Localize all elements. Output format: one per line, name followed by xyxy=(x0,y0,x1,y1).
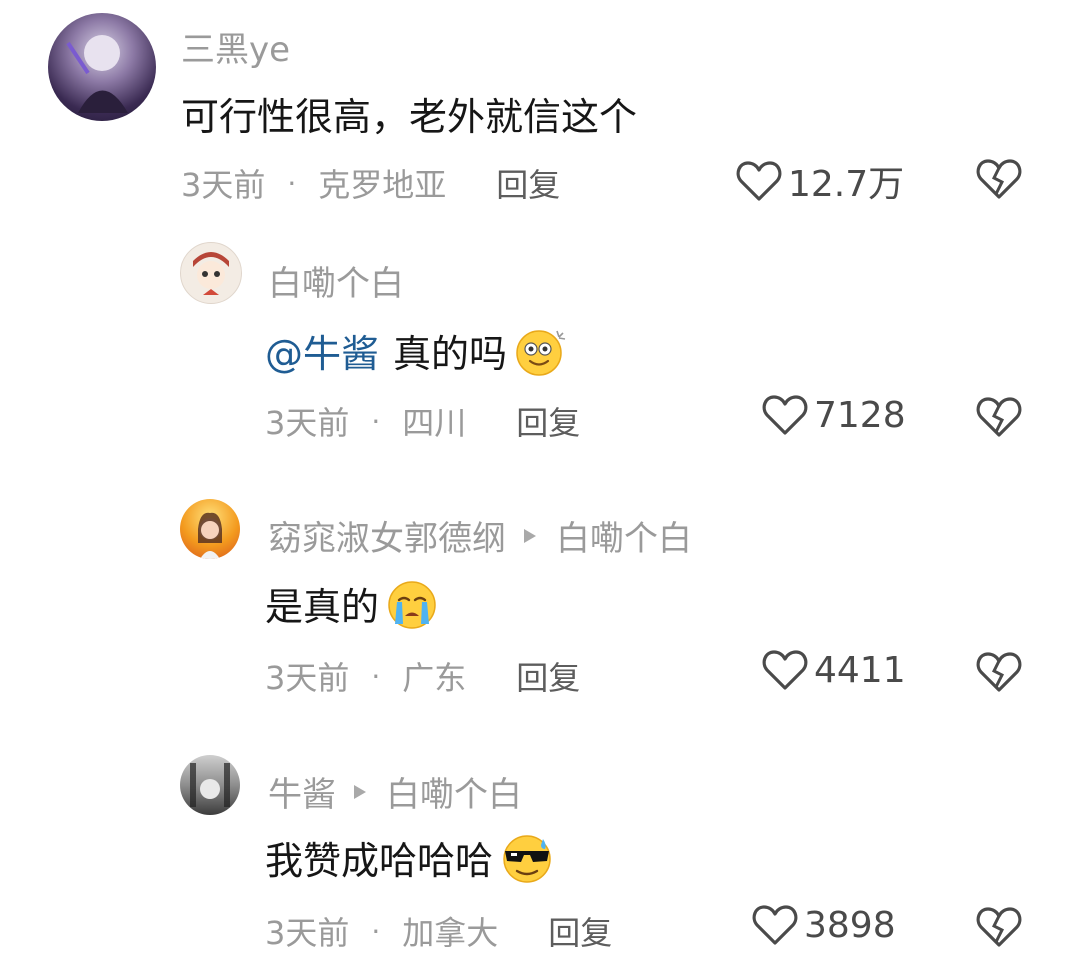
crying-emoji xyxy=(388,580,436,629)
comment-meta: 3天前 · 克罗地亚 回复 xyxy=(181,160,560,206)
comment-meta: 3天前 · 四川 回复 xyxy=(265,398,580,444)
triangle-right-icon xyxy=(354,784,366,799)
broken-heart-icon xyxy=(976,907,1022,947)
cool-sweat-emoji xyxy=(503,834,551,883)
dislike-button[interactable] xyxy=(976,158,1022,204)
separator-dot: · xyxy=(371,914,381,948)
comment-username[interactable]: 白嘞个白 xyxy=(268,256,404,305)
avatar[interactable] xyxy=(48,13,156,121)
timestamp: 3天前 xyxy=(265,659,350,697)
like-count: 7128 xyxy=(814,394,906,436)
dislike-button[interactable] xyxy=(976,906,1022,952)
heart-outline-icon xyxy=(752,905,798,945)
triangle-right-icon xyxy=(524,528,536,543)
dislike-button[interactable] xyxy=(976,396,1022,442)
reply-item: 窈窕淑女郭德纲 白嘞个白 是真的 3天前 · 广东 回复 4411 xyxy=(0,485,1080,740)
location: 四川 xyxy=(402,404,467,442)
reply-item: 白嘞个白 @牛酱 真的吗 3天前 · 四川 回复 7128 xyxy=(0,230,1080,485)
broken-heart-icon xyxy=(976,397,1022,437)
heart-outline-icon xyxy=(736,161,782,201)
broken-heart-icon xyxy=(976,652,1022,692)
like-count: 12.7万 xyxy=(788,164,905,205)
timestamp: 3天前 xyxy=(181,166,266,204)
reply-button[interactable]: 回复 xyxy=(516,398,580,444)
like-button[interactable]: 4411 xyxy=(762,649,906,691)
comment-username[interactable]: 三黑ye xyxy=(181,22,290,71)
comment-username: 牛酱 白嘞个白 xyxy=(268,767,522,816)
location: 克罗地亚 xyxy=(318,166,447,204)
mention-link[interactable]: @牛酱 xyxy=(265,323,379,378)
reply-target-username[interactable]: 白嘞个白 xyxy=(386,767,522,816)
comment-body: 我赞成哈哈哈 xyxy=(265,839,494,883)
timestamp: 3天前 xyxy=(265,404,350,442)
username-text[interactable]: 窈窕淑女郭德纲 xyxy=(268,511,506,560)
comment-username: 窈窕淑女郭德纲 白嘞个白 xyxy=(268,511,692,560)
comment-text: 我赞成哈哈哈 xyxy=(265,830,557,885)
reply-button[interactable]: 回复 xyxy=(516,653,580,699)
broken-heart-icon xyxy=(976,159,1022,199)
location: 广东 xyxy=(402,659,467,697)
dizzy-smile-emoji xyxy=(516,329,566,376)
reply-item: 牛酱 白嘞个白 我赞成哈哈哈 3天前 · 加拿大 回复 3898 xyxy=(0,740,1080,978)
heart-outline-icon xyxy=(762,395,808,435)
comment-text: 可行性很高，老外就信这个 xyxy=(181,86,637,141)
like-count: 3898 xyxy=(804,904,896,946)
like-button[interactable]: 3898 xyxy=(752,904,896,946)
reply-button[interactable]: 回复 xyxy=(548,908,612,954)
like-button[interactable]: 12.7万 xyxy=(736,155,904,207)
comment-meta: 3天前 · 广东 回复 xyxy=(265,653,580,699)
comment-body: 真的吗 xyxy=(393,332,508,376)
username-text[interactable]: 白嘞个白 xyxy=(268,256,404,305)
timestamp: 3天前 xyxy=(265,914,350,952)
comment-text: 是真的 xyxy=(265,576,441,631)
heart-outline-icon xyxy=(762,650,808,690)
reply-button[interactable]: 回复 xyxy=(496,160,560,206)
avatar[interactable] xyxy=(180,755,240,815)
avatar[interactable] xyxy=(180,242,242,304)
like-button[interactable]: 7128 xyxy=(762,394,906,436)
location: 加拿大 xyxy=(402,914,499,952)
comment-text: @牛酱 真的吗 xyxy=(265,323,571,378)
separator-dot: · xyxy=(371,659,381,693)
separator-dot: · xyxy=(371,404,381,438)
comment-body: 是真的 xyxy=(265,585,380,629)
like-count: 4411 xyxy=(814,649,906,691)
comment-meta: 3天前 · 加拿大 回复 xyxy=(265,908,612,954)
comment-item: 三黑ye 可行性很高，老外就信这个 3天前 · 克罗地亚 回复 12.7万 xyxy=(0,0,1080,230)
separator-dot: · xyxy=(287,166,297,200)
comment-body: 可行性很高，老外就信这个 xyxy=(181,95,638,139)
avatar[interactable] xyxy=(180,499,240,559)
dislike-button[interactable] xyxy=(976,651,1022,697)
username-text[interactable]: 三黑ye xyxy=(181,22,290,71)
username-text[interactable]: 牛酱 xyxy=(268,767,336,816)
reply-target-username[interactable]: 白嘞个白 xyxy=(556,511,692,560)
